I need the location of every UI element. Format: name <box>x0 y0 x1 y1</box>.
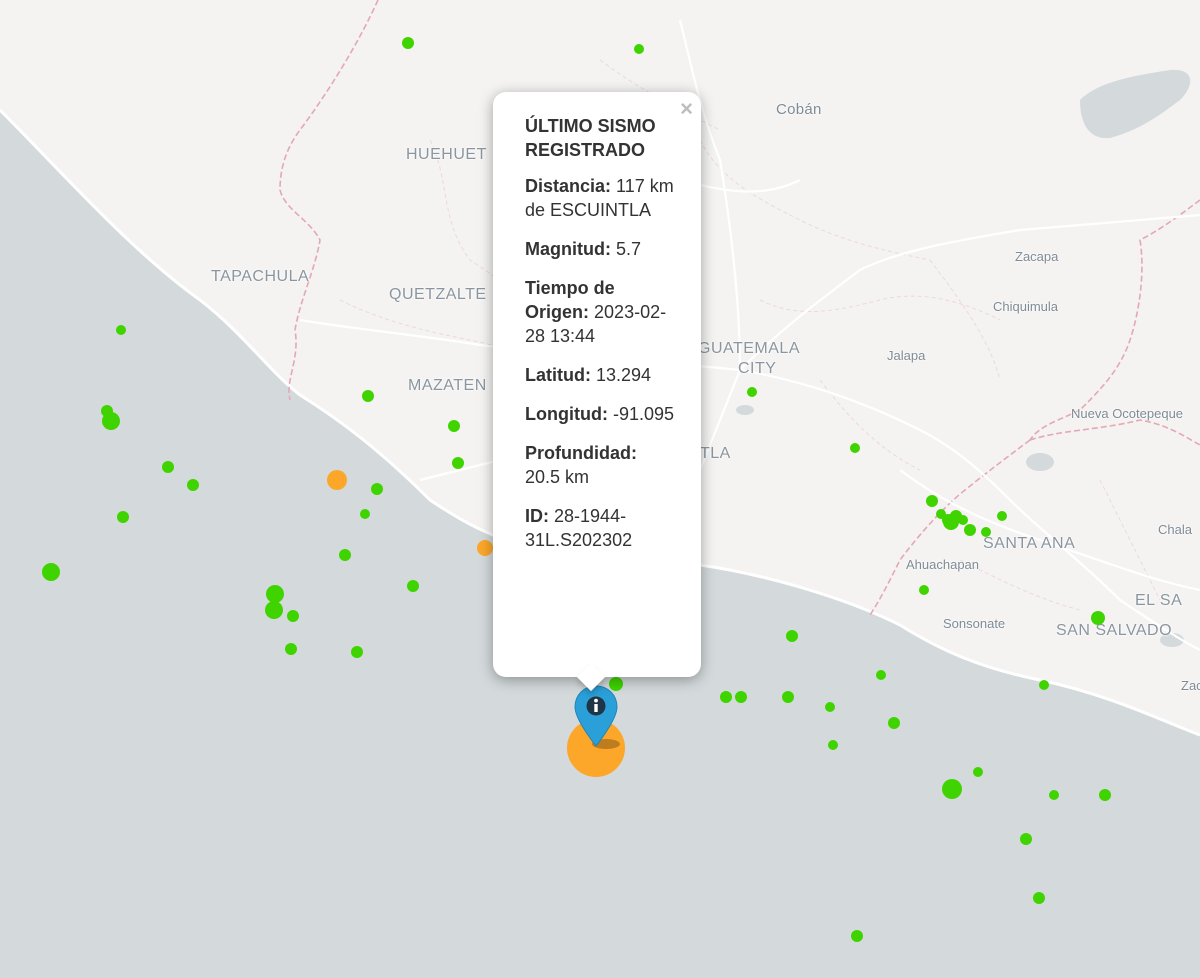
popup-field-value: -91.095 <box>612 404 675 424</box>
place-label-city: CITY <box>738 360 777 377</box>
place-label-guatemala: GUATEMALA <box>698 340 800 357</box>
close-icon[interactable]: × <box>680 98 693 120</box>
place-label-sansalvador: SAN SALVADO <box>1056 622 1173 639</box>
earthquake-dot-green[interactable] <box>339 549 351 561</box>
earthquake-dot-green[interactable] <box>888 717 900 729</box>
popup-field: Magnitud: 5.7 <box>525 237 675 261</box>
place-label-zacapa: Zacapa <box>1015 249 1059 264</box>
place-label-nuevaoco: Nueva Ocotepeque <box>1071 406 1184 421</box>
earthquake-dot-green[interactable] <box>1039 680 1049 690</box>
earthquake-dot-green[interactable] <box>42 563 60 581</box>
earthquake-dot-green[interactable] <box>371 483 383 495</box>
earthquake-dot-green[interactable] <box>825 702 835 712</box>
earthquake-dot-green[interactable] <box>187 479 199 491</box>
earthquake-dot-green[interactable] <box>876 670 886 680</box>
earthquake-dot-green[interactable] <box>351 646 363 658</box>
earthquake-dot-green[interactable] <box>981 527 991 537</box>
earthquake-dot-green[interactable] <box>1091 611 1105 625</box>
earthquake-dot-green[interactable] <box>407 580 419 592</box>
border-gt-hn <box>1029 199 1200 441</box>
earthquake-dot-green[interactable] <box>360 509 370 519</box>
popup-field-value: 20.5 km <box>525 467 590 487</box>
popup-field: Tiempo de Origen: 2023-02-28 13:44 <box>525 276 675 348</box>
place-label-chala: Chala <box>1158 522 1192 537</box>
popup-field-label: Latitud: <box>525 365 591 385</box>
lake-peten <box>1080 69 1191 139</box>
place-label-huehue: HUEHUET <box>406 146 487 163</box>
place-label-elsa: EL SA <box>1135 592 1183 609</box>
place-label-quetzal: QUETZALTE <box>389 286 487 303</box>
place-label-jalapa: Jalapa <box>887 348 926 363</box>
earthquake-dot-orange[interactable] <box>327 470 347 490</box>
earthquake-dot-green[interactable] <box>1049 790 1059 800</box>
earthquake-dot-green[interactable] <box>720 691 732 703</box>
popup-field-label: Magnitud: <box>525 239 611 259</box>
earthquake-dot-green[interactable] <box>634 44 644 54</box>
earthquake-dot-green[interactable] <box>285 643 297 655</box>
earthquake-dot-green[interactable] <box>919 585 929 595</box>
place-label-ahuachapan: Ahuachapan <box>906 557 980 572</box>
earthquake-dot-green[interactable] <box>828 740 838 750</box>
lake-guija <box>1026 453 1054 471</box>
popup-field-value: 5.7 <box>616 239 642 259</box>
place-label-tapachula: TAPACHULA <box>211 268 310 285</box>
place-label-santaana: SANTA ANA <box>983 535 1076 552</box>
earthquake-dot-green[interactable] <box>786 630 798 642</box>
earthquake-popup: × ÚLTIMO SISMO REGISTRADO Distancia: 117… <box>493 92 701 692</box>
popup-field-label: Profundidad: <box>525 443 637 463</box>
earthquake-dot-green[interactable] <box>402 37 414 49</box>
place-label-zac: Zac <box>1181 678 1200 693</box>
earthquake-dot-green[interactable] <box>452 457 464 469</box>
popup-field-label: ID: <box>525 506 549 526</box>
earthquake-dot-green[interactable] <box>1020 833 1032 845</box>
place-label-coban: Cobán <box>776 101 822 118</box>
earthquake-dot-green[interactable] <box>1033 892 1045 904</box>
place-label-chiquimula: Chiquimula <box>993 299 1059 314</box>
popup-field: Latitud: 13.294 <box>525 363 675 387</box>
earthquake-dot-green[interactable] <box>851 930 863 942</box>
earthquake-dot-green[interactable] <box>287 610 299 622</box>
popup-title: ÚLTIMO SISMO REGISTRADO <box>525 116 656 160</box>
earthquake-dot-green[interactable] <box>735 691 747 703</box>
earthquake-dot-orange[interactable] <box>477 540 493 556</box>
earthquake-dot-green[interactable] <box>362 390 374 402</box>
popup-field: Profundidad: 20.5 km <box>525 441 675 489</box>
popup-fields: Distancia: 117 km de ESCUINTLA Magnitud: … <box>525 174 681 552</box>
earthquake-dot-green[interactable] <box>964 524 976 536</box>
earthquake-dot-green[interactable] <box>116 325 126 335</box>
border-mx-gt <box>279 0 379 401</box>
earthquake-dot-green[interactable] <box>942 779 962 799</box>
popup-field: Distancia: 117 km de ESCUINTLA <box>525 174 675 222</box>
earthquake-dot-green[interactable] <box>102 412 120 430</box>
place-label-tla: TLA <box>700 445 731 462</box>
popup-field-value: 13.294 <box>596 365 652 385</box>
earthquake-dot-green[interactable] <box>448 420 460 432</box>
place-label-sonsonate: Sonsonate <box>943 616 1006 631</box>
earthquake-dot-green[interactable] <box>265 601 283 619</box>
earthquake-dot-green[interactable] <box>1099 789 1111 801</box>
info-icon <box>586 696 606 716</box>
popup-field-label: Distancia: <box>525 176 612 196</box>
earthquake-dot-green[interactable] <box>162 461 174 473</box>
border-sv-hn <box>1029 419 1200 446</box>
earthquake-dot-green[interactable] <box>942 514 954 526</box>
earthquake-dot-green[interactable] <box>997 511 1007 521</box>
earthquake-dot-green[interactable] <box>958 515 968 525</box>
earthquake-dot-green[interactable] <box>850 443 860 453</box>
earthquake-dot-green[interactable] <box>747 387 757 397</box>
popup-field: ID: 28-1944-31L.S202302 <box>525 504 675 552</box>
place-label-mazaten: MAZATEN <box>408 377 487 394</box>
lake-amatitlan <box>736 405 754 415</box>
earthquake-dot-green[interactable] <box>926 495 938 507</box>
popup-field: Longitud: -91.095 <box>525 402 675 426</box>
map-canvas[interactable]: Cobán HUEHUET TAPACHULA QUETZALTE Zacapa Chiq… <box>0 0 1200 978</box>
selected-earthquake-marker[interactable] <box>572 684 620 750</box>
earthquake-dot-green[interactable] <box>782 691 794 703</box>
earthquake-dot-green[interactable] <box>973 767 983 777</box>
popup-field-label: Longitud: <box>525 404 608 424</box>
earthquake-dot-green[interactable] <box>117 511 129 523</box>
